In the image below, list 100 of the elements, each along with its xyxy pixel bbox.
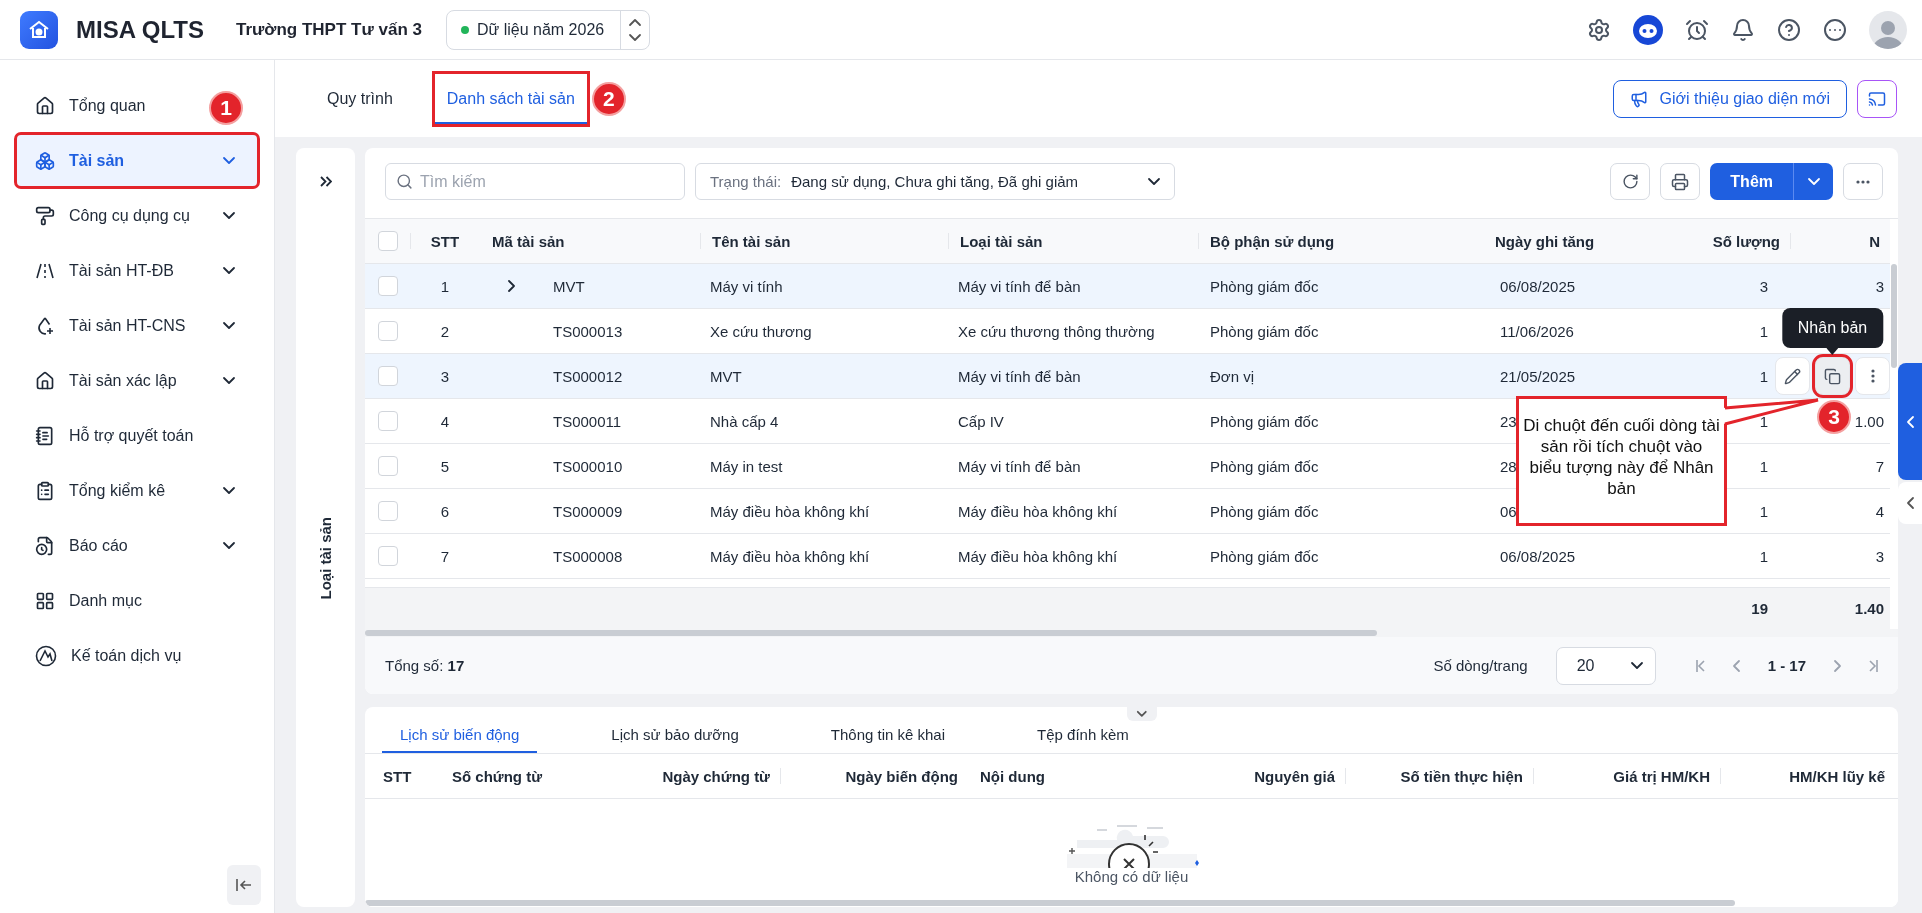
bell-icon[interactable] <box>1731 17 1755 42</box>
empty-message: Không có dữ liệu <box>1074 868 1189 885</box>
robot-icon[interactable] <box>1633 14 1663 45</box>
column-header[interactable]: Nội dung <box>980 767 1045 785</box>
expand-panel-button[interactable] <box>1898 363 1922 480</box>
print-button[interactable] <box>1660 163 1701 200</box>
edit-button[interactable] <box>1775 357 1810 395</box>
step-number: 1 <box>209 91 243 125</box>
table-cell: 1 <box>1759 412 1768 430</box>
cast-button[interactable] <box>1857 79 1897 118</box>
table-cell: Nhà cấp 4 <box>710 412 779 430</box>
tab[interactable]: Tệp đính kèm <box>1019 726 1147 753</box>
column-header[interactable]: Mã tài sản <box>492 232 565 250</box>
expand-row-icon[interactable] <box>508 280 515 292</box>
column-header[interactable]: Số tiền thực hiện <box>1400 767 1523 785</box>
duplicate-button[interactable] <box>1815 357 1850 395</box>
tab[interactable]: Lịch sử biến động <box>382 726 538 753</box>
sidebar-item[interactable]: Tài sản xác lập <box>17 355 257 406</box>
column-header[interactable]: N <box>1869 232 1880 250</box>
settings-icon[interactable] <box>1587 17 1611 42</box>
scrollbar[interactable] <box>365 630 1377 636</box>
table-cell: 1 <box>440 277 450 295</box>
table-cell: Máy điều hòa không khí <box>710 502 870 520</box>
column-header[interactable]: Loại tài sản <box>960 232 1043 250</box>
checkbox[interactable] <box>377 366 398 386</box>
next-page-icon[interactable] <box>1834 659 1841 672</box>
grid-icon <box>35 590 55 611</box>
column-header[interactable]: Giá trị HM/KH <box>1613 767 1710 785</box>
column-header[interactable]: Số lượng <box>1712 232 1780 250</box>
table-cell: 06/08/2025 <box>1500 547 1576 565</box>
first-page-icon[interactable] <box>1695 659 1705 672</box>
scrollbar[interactable] <box>1891 264 1897 368</box>
table-row[interactable]: 1 MVT Máy vi tính Máy vi tính để bàn Phòng giám đốc 06/08/2025 3 3 <box>365 264 1890 309</box>
year-selector[interactable]: Dữ liệu năm 2026 <box>445 9 651 50</box>
app-name: MISA QLTS <box>76 15 204 44</box>
table-cell: Phòng giám đốc <box>1210 457 1319 475</box>
collapse-handle[interactable] <box>1127 707 1157 721</box>
sidebar-item[interactable]: Công cụ dụng cụ <box>17 190 257 241</box>
tab[interactable]: Danh sách tài sản <box>434 73 587 124</box>
refresh-button[interactable] <box>1610 163 1651 200</box>
scrollbar[interactable] <box>365 900 1735 906</box>
sidebar-item[interactable]: Tài sản HT-ĐB <box>17 245 257 296</box>
column-header[interactable]: STT <box>383 767 412 785</box>
house-icon <box>35 370 55 391</box>
page-range: 1 - 17 <box>1767 657 1806 674</box>
more-icon[interactable] <box>1823 17 1847 42</box>
tab[interactable]: Quy trình <box>315 73 405 124</box>
column-header[interactable]: HM/KH lũy kế <box>1789 767 1885 785</box>
collapse-icon <box>236 879 252 891</box>
help-icon[interactable] <box>1777 17 1801 42</box>
tab[interactable]: Lịch sử bảo dưỡng <box>593 726 757 753</box>
column-header[interactable]: Ngày ghi tăng <box>1494 232 1595 250</box>
previous-page-icon[interactable] <box>1732 659 1740 672</box>
sidebar-item[interactable]: Tài sản <box>17 135 257 186</box>
search-field[interactable]: Tìm kiếm <box>385 163 685 200</box>
table-cell: Xe cứu thương thông thường <box>958 322 1155 340</box>
sidebar-item[interactable]: Tài sản HT-CNS <box>17 300 257 351</box>
sidebar-item[interactable]: Báo cáo <box>17 520 257 571</box>
expand-panel-button[interactable] <box>1898 482 1922 524</box>
checkbox[interactable] <box>377 546 398 566</box>
checkbox[interactable] <box>377 231 398 251</box>
callout: Di chuột đến cuối dòng tài sản rồi tích chuột vào biểu tượng này để Nhân bản <box>1516 396 1727 526</box>
table-cell: 7 <box>1875 457 1884 475</box>
checkbox[interactable] <box>377 276 398 296</box>
sidebar-item[interactable]: Danh mục <box>17 575 164 626</box>
last-page-icon[interactable] <box>1869 659 1878 672</box>
intro-button[interactable]: Giới thiệu giao diện mới <box>1612 79 1847 118</box>
collapse-sidebar-button[interactable] <box>227 865 261 905</box>
refresh-icon <box>1621 173 1639 190</box>
table-cell: 06/08/2025 <box>1500 277 1576 295</box>
status-filter[interactable]: Trạng thái: Đang sử dụng, Chưa ghi tăng, Đã ghi giảm <box>695 163 1175 200</box>
chevron-up-icon[interactable] <box>629 18 642 26</box>
sidebar-item[interactable]: Tổng quan <box>17 80 168 131</box>
sidebar-item[interactable]: Kế toán dịch vụ <box>17 630 204 681</box>
avatar[interactable] <box>1869 10 1907 49</box>
checkbox[interactable] <box>377 501 398 521</box>
chevron-down-icon[interactable] <box>629 33 642 41</box>
vertical-ellipsis-icon <box>1870 369 1875 383</box>
column-header[interactable]: Số chứng từ <box>452 767 543 785</box>
column-header[interactable]: Bộ phận sử dụng <box>1210 232 1335 250</box>
table-cell: 3 <box>1875 547 1884 565</box>
table-cell: Máy vi tính để bàn <box>958 367 1081 385</box>
page-size-select[interactable]: 20 <box>1555 646 1656 685</box>
table-cell: 11/06/2026 <box>1500 322 1574 340</box>
sidebar-item[interactable]: Hỗ trợ quyết toán <box>17 410 216 461</box>
table-cell: Cấp IV <box>958 412 1004 430</box>
column-header[interactable]: Nguyên giá <box>1254 767 1335 785</box>
table-cell: Phòng giám đốc <box>1210 277 1319 295</box>
sidebar-item[interactable]: Tổng kiểm kê <box>17 465 257 516</box>
checkbox[interactable] <box>377 411 398 431</box>
column-header[interactable]: Ngày chứng từ <box>662 767 770 785</box>
column-header[interactable]: Ngày biến động <box>845 767 958 785</box>
tab[interactable]: Thông tin kê khai <box>812 726 964 753</box>
alarm-icon[interactable] <box>1685 17 1709 42</box>
droplet-plus-icon <box>35 315 55 336</box>
double-chevron-icon[interactable] <box>319 176 332 187</box>
column-header[interactable]: STT <box>430 232 460 250</box>
checkbox[interactable] <box>377 456 398 476</box>
column-header[interactable]: Tên tài sản <box>712 232 791 250</box>
checkbox[interactable] <box>377 321 398 341</box>
